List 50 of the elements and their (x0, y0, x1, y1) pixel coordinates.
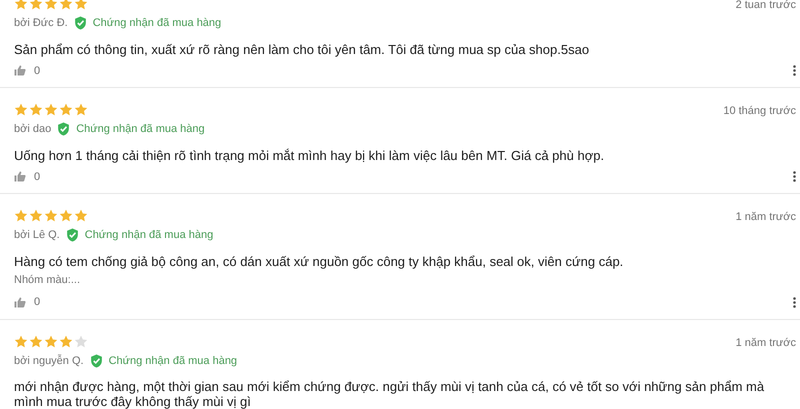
thumbs-up-icon[interactable] (14, 296, 26, 308)
like-count: 0 (34, 295, 40, 310)
star-icon (74, 103, 88, 116)
star-icon (14, 209, 28, 222)
verified-shield-icon (90, 354, 103, 368)
star-icon (59, 0, 73, 10)
more-options-icon[interactable] (793, 296, 796, 308)
star-icon (14, 334, 28, 348)
star-icon (14, 0, 28, 10)
review-author: bởi dao (14, 122, 52, 137)
verified-purchase-label: Chứng nhận đã mua hàng (84, 228, 214, 243)
thumbs-up-icon[interactable] (14, 65, 26, 76)
review-text: Hàng có tem chống giả bộ công an, có dán xuất xứ nguồn gốc công ty khập khẩu, seal ok, viên cứng cáp. (14, 254, 624, 268)
verified-purchase-label: Chứng nhận đã mua hàng (76, 122, 205, 137)
star-icon (59, 334, 73, 348)
star-icon (29, 334, 43, 348)
star-icon (44, 209, 58, 222)
review-author: bởi Lê Q. (14, 228, 60, 243)
like-count: 0 (34, 170, 40, 184)
star-icon (44, 0, 58, 10)
star-icon (74, 209, 88, 222)
review-time: 1 năm trước (736, 210, 796, 225)
verified-shield-icon (74, 16, 87, 30)
review-text: Sản phẩm có thông tin, xuất xứ rõ ràng nên làm cho tôi yên tâm. Tôi đã từng mua sp của shop.5sao (14, 42, 590, 56)
star-icon (29, 103, 43, 116)
review-author: bởi Đức Đ. (14, 16, 68, 31)
like-count: 0 (34, 64, 40, 78)
review-text: Uống hơn 1 tháng cải thiện rõ tình trạng mỏi mắt mình hay bị khi làm việc lâu bên MT. Giá cả phù hợp. (14, 148, 606, 162)
star-icon (74, 0, 88, 10)
star-icon (29, 0, 43, 10)
star-icon (59, 209, 73, 222)
star-icon (59, 103, 73, 116)
review-author: bởi nguyễn Q. (14, 354, 84, 368)
star-icon (74, 334, 88, 348)
verified-purchase-label: Chứng nhận đã mua hàng (108, 354, 238, 368)
verified-purchase-label: Chứng nhận đã mua hàng (92, 16, 222, 31)
more-options-icon[interactable] (793, 65, 796, 76)
review-time: 2 tuan trước (736, 0, 796, 13)
star-icon (44, 334, 58, 348)
variant-label: Nhóm màu:... (14, 272, 82, 288)
star-icon (29, 209, 43, 222)
review-time: 10 tháng trước (723, 104, 796, 119)
review-time: 1 năm trước (736, 336, 796, 350)
verified-shield-icon (57, 122, 70, 136)
star-icon (44, 103, 58, 116)
thumbs-up-icon[interactable] (14, 171, 26, 182)
star-icon (14, 103, 28, 116)
verified-shield-icon (66, 228, 79, 242)
review-text: mới nhận được hàng, một thời gian sau mới kiểm chứng được. ngửi thấy mùi vị tanh của cá, có vẻ tốt so với những sản phẩm mà mình mua trước đây không thấy mùi vị gì (14, 379, 766, 409)
more-options-icon[interactable] (793, 171, 796, 182)
